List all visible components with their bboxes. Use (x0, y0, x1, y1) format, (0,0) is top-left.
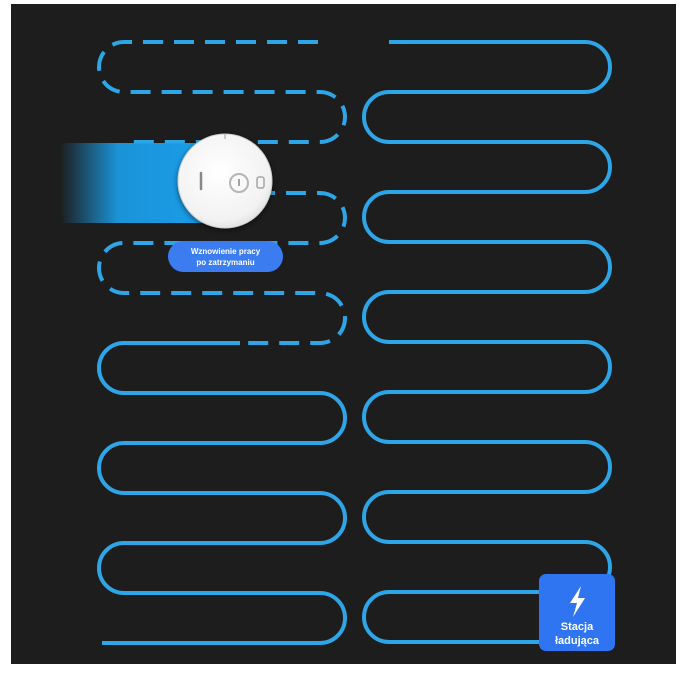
resume-badge-line2: po zatrzymaniu (196, 258, 254, 267)
robot-vacuum-icon (177, 133, 273, 229)
cleaning-map-canvas: Wznowienie pracy po zatrzymaniu Stacja ł… (60, 40, 615, 651)
station-label-line1: Stacja (561, 621, 594, 633)
charging-station: Stacja ładująca (539, 574, 615, 651)
remaining-path-left (97, 341, 347, 645)
remaining-path-right (362, 40, 612, 644)
cleaning-map-diagram: Wznowienie pracy po zatrzymaniu Stacja ł… (0, 0, 691, 675)
resume-badge-line1: Wznowienie pracy (191, 247, 261, 256)
resume-badge: Wznowienie pracy po zatrzymaniu (168, 241, 283, 272)
station-label-line2: ładująca (555, 635, 600, 647)
